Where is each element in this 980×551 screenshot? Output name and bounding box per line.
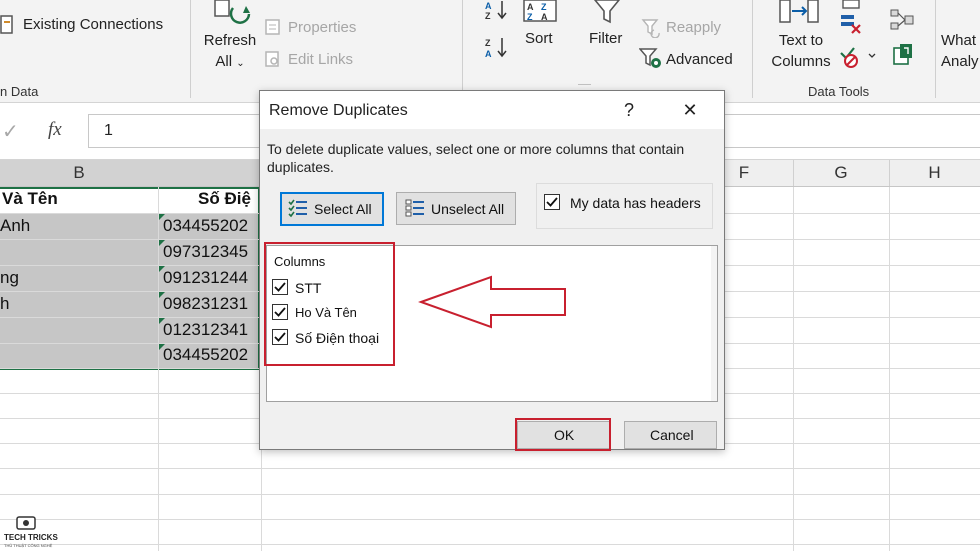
refresh-all-icon [214, 0, 251, 24]
data-tools-group-label: Data Tools [808, 84, 870, 99]
cell-name-header[interactable]: Và Tên [2, 189, 58, 209]
function-fx-icon[interactable]: fx [48, 119, 62, 141]
help-button[interactable]: ? [615, 97, 643, 123]
unselect-all-button[interactable]: Unselect All [396, 192, 516, 225]
what-if-label-line2: Analy [941, 53, 979, 70]
watermark-tagline: THỦ THUẬT CÔNG NGHỆ [4, 543, 53, 548]
advanced-filter-icon [639, 48, 661, 68]
edit-links-button[interactable]: Edit Links [288, 51, 353, 68]
sort-dialog-icon: A Z Z A [523, 0, 557, 22]
column-header-g[interactable]: G [793, 160, 890, 186]
svg-text:Z: Z [541, 2, 547, 12]
group-separator [935, 0, 936, 98]
refresh-all-label-line2: All ⌄ [215, 53, 245, 70]
sort-za-icon: Z A [485, 38, 507, 59]
filter-button[interactable]: Filter [589, 30, 622, 47]
properties-icon [265, 19, 280, 35]
svg-text:A: A [541, 12, 548, 22]
text-to-columns-icon [779, 0, 819, 23]
select-all-label: Select All [314, 201, 372, 217]
select-all-icon [288, 199, 307, 218]
dialog-description: To delete duplicate values, select one o… [267, 141, 685, 175]
columns-highlight-box [264, 242, 395, 366]
checkmark-icon [546, 197, 558, 207]
reapply-button[interactable]: Reapply [666, 19, 721, 36]
text-to-columns-button[interactable]: Text to Columns [770, 30, 832, 72]
cell-phone[interactable]: 034455202 [163, 216, 259, 236]
cell-name[interactable]: Anh [0, 216, 30, 236]
sort-filter-group-label: — [578, 76, 591, 91]
pointer-arrow-icon [418, 275, 566, 329]
formula-value: 1 [104, 122, 113, 139]
cell-phone[interactable]: 091231244 [163, 268, 259, 288]
column-header-h[interactable]: H [889, 160, 980, 186]
cell-name[interactable]: h [0, 294, 9, 314]
cancel-entry-icon[interactable]: ✓ [2, 119, 19, 144]
cell-phone[interactable]: 097312345 [163, 242, 259, 262]
sort-az-icon: A Z [485, 1, 507, 20]
text-to-columns-label-line2: Columns [771, 53, 831, 70]
cell-phone[interactable]: 034455202 [163, 345, 259, 365]
cell-phone-header[interactable]: Số Điệ [198, 189, 258, 209]
remove-duplicates-icon[interactable] [840, 14, 862, 34]
column-header-c[interactable] [158, 160, 262, 186]
select-all-button[interactable]: Select All [280, 192, 384, 226]
edit-links-icon [265, 51, 279, 67]
list-scrollbar[interactable] [711, 246, 717, 401]
headers-checkbox-group[interactable]: My data has headers [536, 183, 713, 229]
reapply-icon [641, 19, 660, 38]
consolidate-icon [890, 9, 914, 30]
refresh-all-button[interactable]: Refresh All ⌄ [202, 30, 258, 74]
tech-tricks-logo-icon [16, 516, 36, 530]
ribbon: Existing Connections n Data Refresh All … [0, 0, 980, 103]
headers-checkbox[interactable] [544, 194, 560, 210]
unselect-all-label: Unselect All [431, 201, 505, 217]
cancel-button[interactable]: Cancel [624, 421, 717, 449]
existing-connections-icon [0, 15, 13, 34]
close-icon[interactable]: ✕ [676, 97, 704, 123]
group-separator [190, 0, 191, 98]
svg-text:A: A [527, 2, 534, 12]
group-separator [462, 0, 463, 98]
text-to-columns-label-line1: Text to [778, 32, 824, 49]
cell-phone[interactable]: 098231231 [163, 294, 259, 314]
what-if-analysis-button[interactable]: What Analy [941, 30, 979, 72]
ok-highlight-box [515, 418, 611, 451]
svg-text:Z: Z [485, 38, 491, 48]
existing-connections-button[interactable]: Existing Connections [23, 16, 163, 33]
headers-checkbox-label: My data has headers [570, 195, 701, 211]
relationships-icon [893, 44, 912, 65]
what-if-label-line1: What [941, 32, 977, 49]
advanced-filter-button[interactable]: Advanced [666, 51, 733, 68]
cell-name[interactable]: ng [0, 268, 19, 288]
svg-text:Z: Z [527, 12, 533, 22]
unselect-all-icon [405, 199, 424, 217]
get-data-group-label: n Data [0, 84, 39, 99]
watermark-brand: TECH TRICKS [4, 533, 58, 542]
svg-text:A: A [485, 1, 492, 11]
sort-button[interactable]: Sort [525, 30, 553, 47]
column-header-b[interactable]: B [0, 160, 159, 186]
filter-funnel-icon [593, 0, 621, 24]
chevron-down-icon: ⌄ [236, 58, 245, 69]
group-separator [752, 0, 753, 98]
refresh-all-label-line1: Refresh [203, 32, 257, 49]
cancel-label: Cancel [650, 427, 694, 443]
flash-fill-icon [842, 0, 860, 9]
data-validation-icon [840, 47, 876, 68]
dialog-title-bar[interactable]: Remove Duplicates ? ✕ [260, 91, 724, 129]
svg-text:A: A [485, 49, 492, 59]
dialog-title: Remove Duplicates [269, 102, 408, 119]
cell-phone[interactable]: 012312341 [163, 320, 259, 340]
svg-text:Z: Z [485, 11, 491, 20]
properties-button[interactable]: Properties [288, 19, 356, 36]
